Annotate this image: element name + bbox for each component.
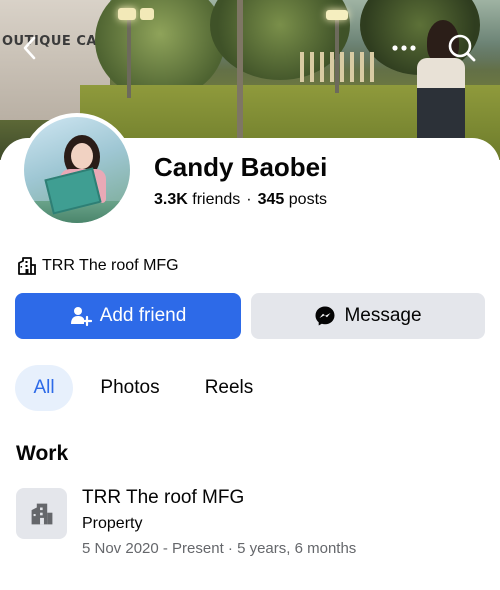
friends-count[interactable]: 3.3K (154, 191, 188, 208)
tab-all[interactable]: All (15, 365, 73, 411)
workplace-label: TRR The roof MFG (42, 257, 179, 274)
profile-name: Candy Baobei (154, 152, 328, 182)
message-button[interactable]: Message (251, 293, 485, 339)
cover-lamp-post (237, 0, 243, 140)
building-icon (31, 503, 52, 524)
more-dots-icon (392, 45, 416, 51)
cover-lamp (140, 8, 154, 20)
profile-stats: 3.3K friends · 345 posts (154, 191, 327, 209)
avatar-face (71, 143, 93, 169)
work-employer[interactable]: TRR The roof MFG (82, 487, 244, 509)
friends-label[interactable]: friends (192, 191, 240, 208)
add-person-icon (70, 305, 92, 327)
back-button[interactable] (12, 30, 48, 66)
tab-photos[interactable]: Photos (90, 365, 170, 411)
tab-reels[interactable]: Reels (196, 365, 262, 411)
add-friend-button[interactable]: Add friend (15, 293, 241, 339)
search-icon (448, 34, 476, 62)
cover-lamp-post (335, 18, 339, 93)
building-icon (16, 255, 38, 277)
search-button[interactable] (444, 30, 480, 66)
work-section-title: Work (16, 442, 69, 465)
posts-label: posts (288, 191, 328, 208)
add-friend-label: Add friend (99, 305, 187, 326)
cover-lamp-post (127, 18, 131, 98)
profile-avatar[interactable] (20, 113, 134, 227)
cover-lamp (118, 8, 136, 20)
message-label: Message (344, 305, 422, 326)
work-icon-tile[interactable] (16, 488, 67, 539)
messenger-icon (314, 305, 336, 327)
cover-lamp (326, 10, 348, 20)
workplace-intro[interactable]: TRR The roof MFG (16, 255, 179, 277)
more-options-button[interactable] (386, 30, 422, 66)
work-dates: 5 Nov 2020 - Present · 5 years, 6 months (82, 540, 357, 557)
posts-count: 345 (257, 191, 285, 208)
work-category: Property (82, 515, 143, 532)
cover-fence (300, 52, 380, 82)
stats-separator: · (246, 191, 252, 208)
chevron-left-icon (23, 36, 36, 60)
